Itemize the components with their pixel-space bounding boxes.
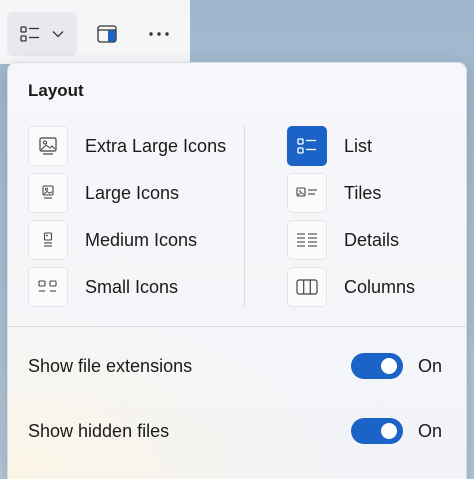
toggle-row-hidden-files: Show hidden files On: [28, 415, 448, 447]
more-options-icon: [149, 32, 169, 36]
option-large-icons[interactable]: Large Icons: [28, 172, 179, 214]
layout-flyout: Layout Extra Large Icons Large Icons Med…: [7, 62, 467, 479]
option-extra-large-icons[interactable]: Extra Large Icons: [28, 125, 226, 167]
toggle-state: On: [418, 420, 443, 441]
list-icon: [287, 126, 327, 166]
toggle-label: Show hidden files: [28, 420, 170, 441]
file-extensions-toggle[interactable]: [351, 353, 403, 379]
chevron-down-icon: [52, 30, 64, 38]
columns-icon: [287, 267, 327, 307]
hidden-files-toggle[interactable]: [351, 418, 403, 444]
details-pane-button[interactable]: [86, 12, 128, 56]
option-label: Details: [344, 229, 400, 250]
command-bar: [0, 0, 190, 64]
more-options-button[interactable]: [138, 12, 180, 56]
option-label: Small Icons: [85, 276, 179, 297]
details-pane-icon: [97, 25, 117, 43]
option-label: Columns: [344, 276, 416, 297]
toggle-label: Show file extensions: [28, 355, 193, 376]
column-divider: [244, 125, 245, 307]
option-label: Medium Icons: [85, 229, 198, 250]
option-columns[interactable]: Columns: [287, 266, 415, 308]
toggle-knob: [381, 423, 397, 439]
option-tiles[interactable]: Tiles: [287, 172, 381, 214]
option-list[interactable]: List: [287, 125, 372, 167]
list-view-icon: [20, 26, 40, 42]
extra-large-icons-icon: [28, 126, 68, 166]
section-divider: [8, 326, 466, 327]
option-label: Tiles: [344, 182, 382, 203]
medium-icons-icon: [28, 220, 68, 260]
flyout-title: Layout: [28, 81, 84, 100]
option-medium-icons[interactable]: Medium Icons: [28, 219, 197, 261]
option-small-icons[interactable]: Small Icons: [28, 266, 178, 308]
option-label: Extra Large Icons: [85, 135, 227, 156]
large-icons-icon: [28, 173, 68, 213]
toggle-knob: [381, 358, 397, 374]
toggle-state: On: [418, 355, 443, 376]
option-label: List: [344, 135, 373, 156]
layout-view-button[interactable]: [7, 12, 77, 56]
details-icon: [287, 220, 327, 260]
toggle-row-file-extensions: Show file extensions On: [28, 350, 448, 382]
small-icons-icon: [28, 267, 68, 307]
tiles-icon: [287, 173, 327, 213]
option-details[interactable]: Details: [287, 219, 399, 261]
option-label: Large Icons: [85, 182, 180, 203]
